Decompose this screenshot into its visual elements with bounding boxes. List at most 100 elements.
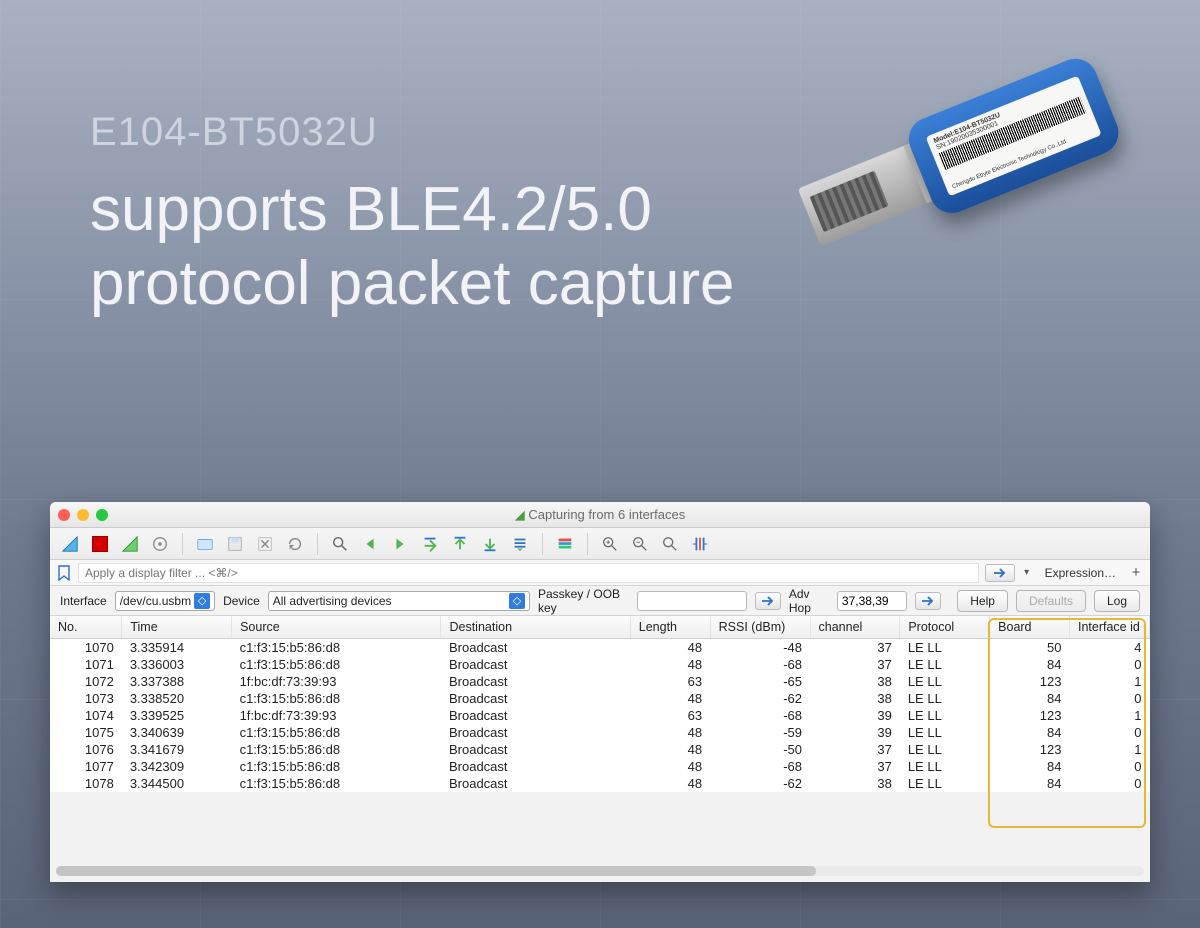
interface-select[interactable]: /dev/cu.usbm ◇: [115, 591, 215, 611]
interface-value: /dev/cu.usbm: [120, 594, 191, 608]
col-length[interactable]: Length: [630, 616, 710, 639]
scrollbar-thumb[interactable]: [56, 866, 816, 876]
defaults-button[interactable]: Defaults: [1016, 590, 1086, 612]
wireshark-window: ◢ Capturing from 6 interfaces: [50, 502, 1150, 882]
cell-no: 1075: [50, 724, 122, 741]
table-row[interactable]: 10753.340639c1:f3:15:b5:86:d8Broadcast48…: [50, 724, 1150, 741]
device-label: Device: [223, 594, 260, 608]
packet-list-table[interactable]: No. Time Source Destination Length RSSI …: [50, 616, 1150, 792]
cell-interface-id: 0: [1069, 758, 1149, 775]
cell-time: 3.336003: [122, 656, 232, 673]
headline-line2: protocol packet capture: [90, 249, 735, 318]
usb-dongle-image: Model:E104-BT5032U SN:19020035300001 Che…: [765, 34, 1155, 347]
go-last-icon[interactable]: [480, 534, 500, 554]
cell-source: c1:f3:15:b5:86:d8: [232, 690, 441, 707]
interface-label: Interface: [60, 594, 107, 608]
cell-length: 48: [630, 690, 710, 707]
cell-no: 1074: [50, 707, 122, 724]
col-protocol[interactable]: Protocol: [900, 616, 990, 639]
col-interface-id[interactable]: Interface id: [1069, 616, 1149, 639]
main-toolbar: [50, 528, 1150, 560]
cell-board: 123: [990, 707, 1070, 724]
advhop-apply-button[interactable]: [915, 592, 941, 610]
cell-channel: 38: [810, 690, 900, 707]
passkey-apply-button[interactable]: [755, 592, 781, 610]
col-board[interactable]: Board: [990, 616, 1070, 639]
device-select[interactable]: All advertising devices ◇: [268, 591, 530, 611]
toolbar-separator: [587, 533, 588, 555]
cell-destination: Broadcast: [441, 775, 630, 792]
zoom-reset-icon[interactable]: [660, 534, 680, 554]
cell-rssi: -59: [710, 724, 810, 741]
go-first-icon[interactable]: [450, 534, 470, 554]
capture-options-icon[interactable]: [150, 534, 170, 554]
filter-history-dropdown[interactable]: ▾: [1021, 567, 1033, 578]
col-destination[interactable]: Destination: [441, 616, 630, 639]
col-time[interactable]: Time: [122, 616, 232, 639]
col-source[interactable]: Source: [232, 616, 441, 639]
close-file-icon[interactable]: [255, 534, 275, 554]
find-icon[interactable]: [330, 534, 350, 554]
window-title-text: Capturing from 6 interfaces: [528, 507, 685, 522]
table-row[interactable]: 10763.341679c1:f3:15:b5:86:d8Broadcast48…: [50, 741, 1150, 758]
cell-time: 3.341679: [122, 741, 232, 758]
toolbar-separator: [317, 533, 318, 555]
advhop-input[interactable]: [837, 591, 907, 611]
stop-capture-icon[interactable]: [90, 534, 110, 554]
apply-filter-button[interactable]: [985, 564, 1015, 582]
cell-length: 48: [630, 724, 710, 741]
restart-capture-icon[interactable]: [120, 534, 140, 554]
cell-protocol: LE LL: [900, 673, 990, 690]
expression-button[interactable]: Expression…: [1039, 566, 1122, 580]
start-capture-icon[interactable]: [60, 534, 80, 554]
cell-time: 3.339525: [122, 707, 232, 724]
table-row[interactable]: 10743.3395251f:bc:df:73:39:93Broadcast63…: [50, 707, 1150, 724]
table-row[interactable]: 10783.344500c1:f3:15:b5:86:d8Broadcast48…: [50, 775, 1150, 792]
cell-time: 3.344500: [122, 775, 232, 792]
cell-protocol: LE LL: [900, 724, 990, 741]
cell-destination: Broadcast: [441, 639, 630, 657]
col-no[interactable]: No.: [50, 616, 122, 639]
cell-source: c1:f3:15:b5:86:d8: [232, 724, 441, 741]
table-header-row: No. Time Source Destination Length RSSI …: [50, 616, 1150, 639]
add-filter-button[interactable]: +: [1128, 564, 1144, 581]
zoom-out-icon[interactable]: [630, 534, 650, 554]
cell-rssi: -68: [710, 707, 810, 724]
cell-interface-id: 0: [1069, 656, 1149, 673]
col-channel[interactable]: channel: [810, 616, 900, 639]
reload-icon[interactable]: [285, 534, 305, 554]
cell-rssi: -62: [710, 690, 810, 707]
go-back-icon[interactable]: [360, 534, 380, 554]
auto-scroll-icon[interactable]: [510, 534, 530, 554]
table-row[interactable]: 10723.3373881f:bc:df:73:39:93Broadcast63…: [50, 673, 1150, 690]
save-file-icon[interactable]: [225, 534, 245, 554]
open-file-icon[interactable]: [195, 534, 215, 554]
cell-protocol: LE LL: [900, 690, 990, 707]
table-row[interactable]: 10713.336003c1:f3:15:b5:86:d8Broadcast48…: [50, 656, 1150, 673]
cell-board: 123: [990, 741, 1070, 758]
passkey-input[interactable]: [637, 591, 747, 611]
go-forward-icon[interactable]: [390, 534, 410, 554]
window-title: ◢ Capturing from 6 interfaces: [50, 507, 1150, 523]
device-value: All advertising devices: [273, 594, 506, 608]
cell-source: c1:f3:15:b5:86:d8: [232, 639, 441, 657]
table-row[interactable]: 10733.338520c1:f3:15:b5:86:d8Broadcast48…: [50, 690, 1150, 707]
hero-text: E104-BT5032U supports BLE4.2/5.0 protoco…: [90, 110, 850, 322]
cell-time: 3.340639: [122, 724, 232, 741]
toolbar-separator: [182, 533, 183, 555]
go-to-packet-icon[interactable]: [420, 534, 440, 554]
colorize-icon[interactable]: [555, 534, 575, 554]
log-button[interactable]: Log: [1094, 590, 1140, 612]
zoom-in-icon[interactable]: [600, 534, 620, 554]
cell-channel: 38: [810, 775, 900, 792]
table-row[interactable]: 10773.342309c1:f3:15:b5:86:d8Broadcast48…: [50, 758, 1150, 775]
col-rssi[interactable]: RSSI (dBm): [710, 616, 810, 639]
bookmark-icon[interactable]: [56, 565, 72, 581]
horizontal-scrollbar[interactable]: [56, 866, 1144, 876]
table-row[interactable]: 10703.335914c1:f3:15:b5:86:d8Broadcast48…: [50, 639, 1150, 657]
cell-length: 48: [630, 758, 710, 775]
cell-protocol: LE LL: [900, 775, 990, 792]
display-filter-input[interactable]: [78, 563, 979, 583]
resize-columns-icon[interactable]: [690, 534, 710, 554]
help-button[interactable]: Help: [957, 590, 1008, 612]
